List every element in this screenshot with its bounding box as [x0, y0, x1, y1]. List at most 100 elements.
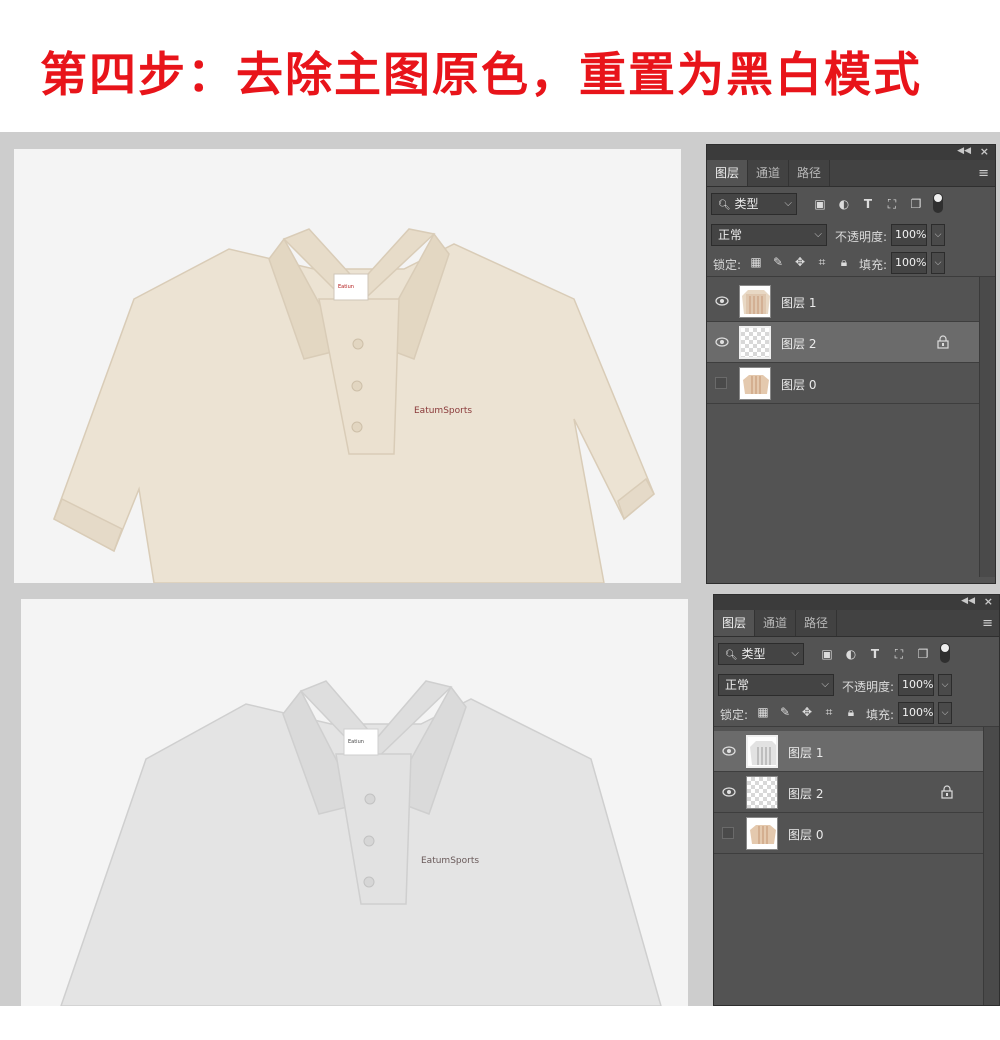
layer-thumbnail [739, 367, 771, 400]
eye-visibility-icon[interactable] [715, 335, 729, 349]
pixel-filter-icon[interactable]: ▣ [820, 647, 834, 661]
layer-thumbnail [746, 735, 778, 768]
type-filter-icon[interactable]: T [861, 197, 875, 211]
chevron-down-icon: ⌵ [814, 229, 822, 240]
smart-object-filter-icon[interactable]: ❐ [909, 197, 923, 211]
layer-row[interactable]: 图层 1 [707, 281, 979, 322]
lock-position-move-icon[interactable]: ✥ [800, 705, 814, 719]
tab-layers[interactable]: 图层 [707, 160, 749, 186]
shirt-image-bw: Eatiun EatumSports [60, 680, 662, 1006]
lock-position-move-icon[interactable]: ✥ [793, 255, 807, 269]
tab-paths[interactable]: 路径 [796, 610, 838, 636]
lock-image-brush-icon[interactable]: ✎ [778, 705, 792, 719]
lock-row: 锁定: ▦ ✎ ✥ ⌗ 🔒︎ 填充: 100% ⌵ [707, 248, 995, 276]
eye-visibility-icon[interactable] [722, 744, 736, 758]
close-panel-icon[interactable]: × [984, 595, 993, 608]
layer-filter-dropdown[interactable]: 🔍︎ 类型 ⌵ [718, 643, 804, 665]
blend-mode-value: 正常 [725, 678, 750, 692]
lock-all-icon[interactable]: 🔒︎ [837, 255, 851, 269]
fill-label: 填充: [866, 708, 895, 722]
lock-artboard-icon[interactable]: ⌗ [822, 705, 836, 719]
shirt-image-original: Eatiun EatumSports [53, 228, 655, 583]
smart-object-filter-icon[interactable]: ❐ [916, 647, 930, 661]
layers-list: 图层 1 图层 2 图层 0 [707, 277, 995, 577]
layer-thumbnail [739, 285, 771, 318]
fill-input[interactable]: 100% [898, 702, 934, 724]
layers-list: 图层 1 图层 2 图层 0 [714, 727, 999, 1005]
eye-visibility-icon[interactable] [715, 294, 729, 308]
layer-thumbnail [746, 776, 778, 809]
fill-input[interactable]: 100% [891, 252, 927, 274]
layer-row[interactable]: 图层 0 [707, 363, 979, 404]
blend-mode-value: 正常 [718, 228, 743, 242]
fill-label: 填充: [859, 258, 888, 272]
layers-panel-bottom: ◀◀ × 图层 通道 路径 ≡ 🔍︎ 类型 ⌵ ▣ ◐ T ⛶ ❐ 正常 ⌵ 不… [713, 594, 1000, 1006]
shape-filter-icon[interactable]: ⛶ [892, 647, 906, 661]
layers-scrollbar[interactable] [983, 727, 999, 1005]
layer-name: 图层 1 [781, 296, 817, 310]
blend-mode-dropdown[interactable]: 正常 ⌵ [711, 224, 827, 246]
lock-all-icon[interactable]: 🔒︎ [844, 705, 858, 719]
layer-row[interactable]: 图层 0 [714, 813, 983, 854]
lock-image-brush-icon[interactable]: ✎ [771, 255, 785, 269]
collapse-panel-icon[interactable]: ◀◀ [957, 146, 971, 156]
document-canvas-bw[interactable]: Eatiun EatumSports [21, 599, 688, 1006]
visibility-toggle-off[interactable] [715, 377, 727, 389]
filter-row: 🔍︎ 类型 ⌵ ▣ ◐ T ⛶ ❐ [707, 187, 995, 220]
panel-tabs: 图层 通道 路径 ≡ [714, 610, 999, 637]
lock-artboard-icon[interactable]: ⌗ [815, 255, 829, 269]
filter-toggle-icon[interactable] [940, 643, 950, 663]
close-panel-icon[interactable]: × [980, 145, 989, 158]
fill-chevron-icon[interactable]: ⌵ [931, 252, 945, 274]
chevron-down-icon: ⌵ [791, 648, 799, 659]
lock-row: 锁定: ▦ ✎ ✥ ⌗ 🔒︎ 填充: 100% ⌵ [714, 698, 999, 726]
layers-panel-top: ◀◀ × 图层 通道 路径 ≡ 🔍︎ 类型 ⌵ ▣ ◐ T ⛶ ❐ 正常 ⌵ 不… [706, 144, 996, 584]
layer-name: 图层 2 [781, 337, 817, 351]
layer-thumbnail [746, 817, 778, 850]
adjustment-filter-icon[interactable]: ◐ [837, 197, 851, 211]
lock-label: 锁定: [720, 708, 749, 722]
lock-icon [937, 335, 949, 349]
search-icon: 🔍︎ [718, 200, 731, 211]
fill-chevron-icon[interactable]: ⌵ [938, 702, 952, 724]
tab-channels[interactable]: 通道 [755, 610, 797, 636]
blend-mode-dropdown[interactable]: 正常 ⌵ [718, 674, 834, 696]
panel-menu-icon[interactable]: ≡ [978, 166, 989, 181]
layers-scrollbar[interactable] [979, 277, 995, 577]
shirt-logo-original: EatumSports [414, 406, 472, 416]
opacity-input[interactable]: 100% [898, 674, 934, 696]
chevron-down-icon: ⌵ [784, 198, 792, 209]
blend-row: 正常 ⌵ 不透明度: 100% ⌵ [707, 220, 995, 248]
adjustment-filter-icon[interactable]: ◐ [844, 647, 858, 661]
blend-row: 正常 ⌵ 不透明度: 100% ⌵ [714, 670, 999, 698]
tab-channels[interactable]: 通道 [748, 160, 790, 186]
pixel-filter-icon[interactable]: ▣ [813, 197, 827, 211]
lock-icon [941, 785, 953, 799]
panel-titlebar: ◀◀ × [714, 595, 999, 610]
shape-filter-icon[interactable]: ⛶ [885, 197, 899, 211]
opacity-label: 不透明度: [842, 680, 895, 694]
layer-row[interactable]: 图层 2 [707, 322, 979, 363]
layer-row[interactable]: 图层 2 [714, 772, 983, 813]
document-canvas-original[interactable]: Eatiun EatumSports [14, 149, 681, 583]
type-filter-icon[interactable]: T [868, 647, 882, 661]
layer-row[interactable]: 图层 1 [714, 731, 983, 772]
tab-paths[interactable]: 路径 [789, 160, 831, 186]
opacity-chevron-icon[interactable]: ⌵ [938, 674, 952, 696]
lock-transparent-icon[interactable]: ▦ [756, 705, 770, 719]
filter-kind-label: 类型 [741, 647, 766, 661]
tab-layers[interactable]: 图层 [714, 610, 756, 636]
visibility-toggle-off[interactable] [722, 827, 734, 839]
lock-transparent-icon[interactable]: ▦ [749, 255, 763, 269]
panel-menu-icon[interactable]: ≡ [982, 616, 993, 631]
layer-name: 图层 1 [788, 746, 824, 760]
collapse-panel-icon[interactable]: ◀◀ [961, 596, 975, 606]
opacity-chevron-icon[interactable]: ⌵ [931, 224, 945, 246]
filter-toggle-icon[interactable] [933, 193, 943, 213]
layer-filter-dropdown[interactable]: 🔍︎ 类型 ⌵ [711, 193, 797, 215]
layer-name: 图层 2 [788, 787, 824, 801]
chevron-down-icon: ⌵ [821, 679, 829, 690]
layer-name: 图层 0 [788, 828, 824, 842]
opacity-input[interactable]: 100% [891, 224, 927, 246]
eye-visibility-icon[interactable] [722, 785, 736, 799]
